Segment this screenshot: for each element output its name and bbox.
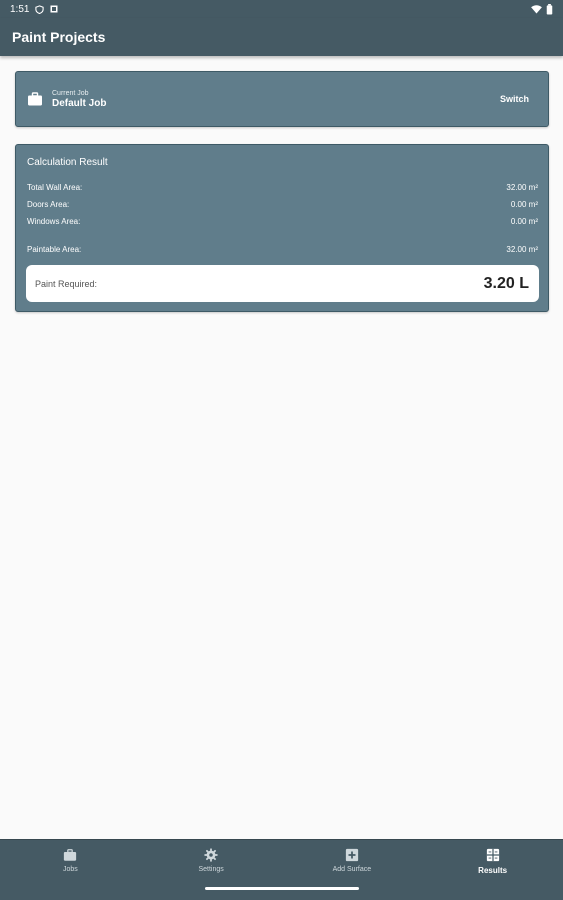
calculation-result-card: Calculation Result Total Wall Area: 32.0…	[15, 144, 549, 312]
gear-icon	[204, 848, 218, 862]
current-job-caption: Current Job	[52, 89, 89, 97]
result-value: 0.00 m²	[510, 217, 538, 226]
paint-required-label: Paint Required:	[35, 278, 98, 289]
shield-icon	[35, 4, 45, 14]
status-time: 1:51	[10, 3, 30, 15]
notification-icon	[50, 5, 58, 13]
result-value: 0.00 m²	[510, 200, 538, 209]
briefcase-icon	[28, 92, 42, 106]
battery-icon	[546, 3, 553, 15]
status-bar: 1:51	[0, 0, 563, 18]
nav-item-jobs[interactable]: Jobs	[0, 840, 141, 900]
windows-area-row: Windows Area: 0.00 m²	[27, 217, 538, 226]
app-title: Paint Projects	[12, 29, 106, 45]
total-wall-area-row: Total Wall Area: 32.00 m²	[27, 183, 538, 192]
nav-item-results[interactable]: Results	[422, 840, 563, 900]
briefcase-icon	[64, 849, 77, 861]
add-box-icon	[345, 848, 358, 862]
wifi-icon	[531, 4, 542, 14]
result-label: Doors Area:	[27, 200, 70, 209]
current-job-name: Default Job	[52, 97, 107, 109]
grid-icon	[486, 848, 499, 862]
home-indicator[interactable]	[205, 887, 359, 890]
nav-label: Jobs	[62, 866, 78, 873]
result-label: Windows Area:	[27, 217, 81, 226]
result-label: Total Wall Area:	[27, 183, 83, 192]
nav-item-settings[interactable]: Settings	[141, 840, 282, 900]
result-value: 32.00 m²	[506, 245, 538, 254]
doors-area-row: Doors Area: 0.00 m²	[27, 200, 538, 209]
nav-label: Add Surface	[332, 866, 372, 873]
nav-label: Results	[478, 866, 508, 875]
result-label: Paintable Area:	[27, 245, 82, 254]
switch-job-button[interactable]: Switch	[500, 94, 529, 104]
result-value: 32.00 m²	[506, 183, 538, 192]
bottom-navigation: Jobs Settings Add Surface Results	[0, 839, 563, 900]
paint-required-box: Paint Required: 3.20 L	[26, 265, 539, 302]
nav-label: Settings	[198, 866, 224, 873]
nav-item-add-surface[interactable]: Add Surface	[282, 840, 423, 900]
paintable-area-row: Paintable Area: 32.00 m²	[27, 245, 538, 254]
app-bar: Paint Projects	[0, 18, 563, 56]
calculation-result-title: Calculation Result	[27, 157, 108, 168]
current-job-card: Current Job Default Job Switch	[15, 71, 549, 127]
paint-required-value: 3.20 L	[483, 274, 529, 292]
